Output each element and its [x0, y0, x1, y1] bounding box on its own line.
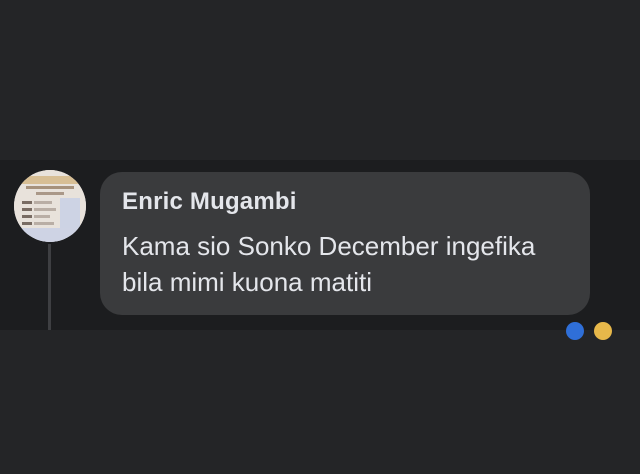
- comment-author[interactable]: Enric Mugambi: [122, 188, 297, 216]
- haha-reaction-icon[interactable]: [594, 322, 612, 340]
- id-card-avatar-icon: [14, 170, 86, 242]
- thread-line: [48, 244, 51, 330]
- like-reaction-icon[interactable]: [566, 322, 584, 340]
- feed-background-bottom: [0, 330, 640, 474]
- feed-background-top: [0, 0, 640, 160]
- avatar[interactable]: [14, 170, 86, 242]
- comment-bubble: Enric Mugambi Kama sio Sonko December in…: [100, 172, 590, 315]
- screen: Enric Mugambi Kama sio Sonko December in…: [0, 0, 640, 474]
- comment-text: Kama sio Sonko December ingefika bila mi…: [122, 231, 536, 297]
